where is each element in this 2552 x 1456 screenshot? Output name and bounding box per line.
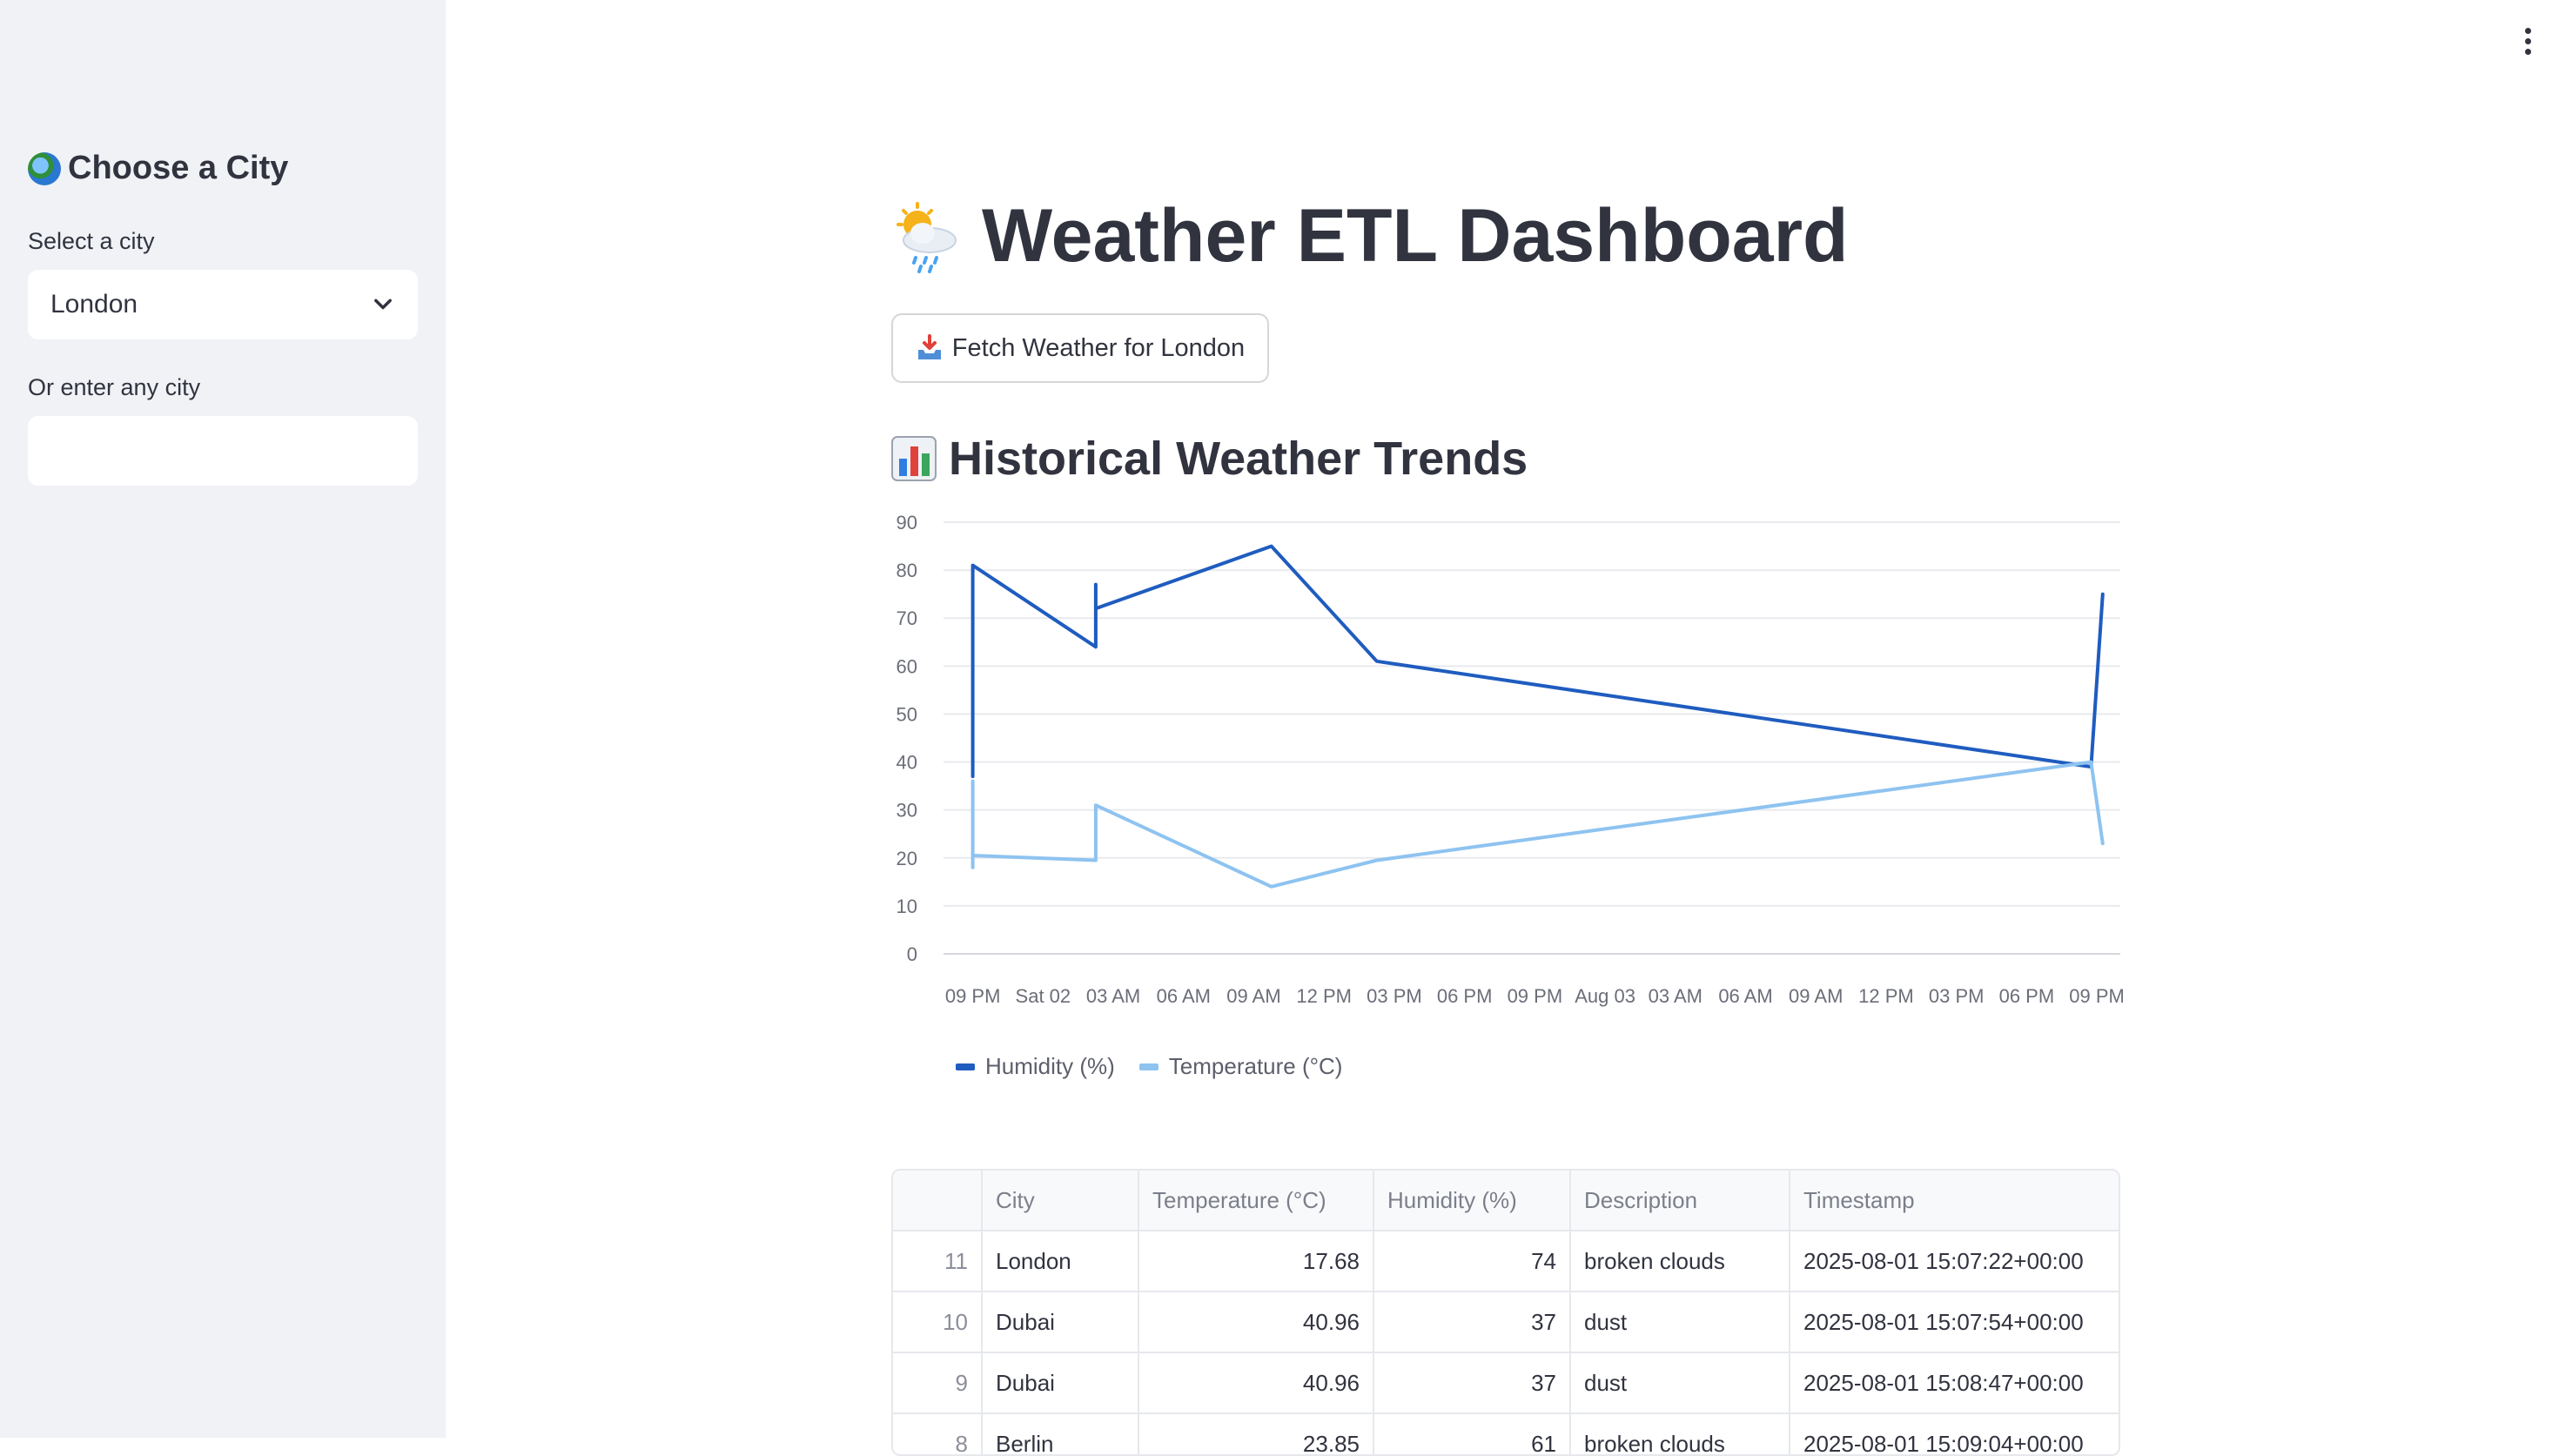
legend-label-humidity: Humidity (%) <box>985 1053 1115 1079</box>
y-tick-label: 20 <box>897 848 917 869</box>
row-index: 11 <box>893 1231 983 1292</box>
globe-icon <box>28 151 61 185</box>
cell-temperature: 23.85 <box>1138 1413 1374 1454</box>
table-row[interactable]: 8 Berlin 23.85 61 broken clouds 2025-08-… <box>893 1413 2119 1454</box>
humidity-series-line <box>970 544 2105 779</box>
y-tick-label: 60 <box>897 655 917 677</box>
column-header-temperature[interactable]: Temperature (°C) <box>1138 1171 1374 1231</box>
city-select-value: London <box>50 290 138 319</box>
x-tick-label: Sat 02 <box>1016 985 1071 1007</box>
x-tick-label: 09 PM <box>1508 985 1563 1007</box>
y-tick-label: 0 <box>907 943 917 965</box>
x-tick-label: 03 PM <box>1929 985 1985 1007</box>
fetch-weather-button[interactable]: Fetch Weather for London <box>891 313 1269 383</box>
select-city-label: Select a city <box>28 228 155 254</box>
y-tick-label: 40 <box>897 752 917 774</box>
x-tick-label: Aug 03 <box>1575 985 1635 1007</box>
cell-description: dust <box>1570 1292 1790 1353</box>
x-tick-label: 06 AM <box>1157 985 1211 1007</box>
main-menu-icon[interactable] <box>2522 28 2533 57</box>
bar-chart-icon <box>891 436 937 481</box>
cell-timestamp: 2025-08-01 15:08:47+00:00 <box>1790 1352 2119 1414</box>
table-header-row: City Temperature (°C) Humidity (%) Descr… <box>893 1171 2119 1231</box>
sidebar-title-text: Choose a City <box>68 150 289 186</box>
y-tick-label: 90 <box>897 512 917 533</box>
legend-swatch-humidity <box>956 1063 975 1070</box>
x-tick-label: 03 PM <box>1367 985 1422 1007</box>
cell-city: London <box>982 1231 1139 1292</box>
enter-city-label: Or enter any city <box>28 374 201 400</box>
x-tick-label: 12 PM <box>1296 985 1352 1007</box>
x-tick-label: 06 AM <box>1718 985 1772 1007</box>
cell-timestamp: 2025-08-01 15:09:04+00:00 <box>1790 1413 2119 1454</box>
weather-data-table[interactable]: City Temperature (°C) Humidity (%) Descr… <box>891 1169 2120 1456</box>
table-row[interactable]: 10 Dubai 40.96 37 dust 2025-08-01 15:07:… <box>893 1292 2119 1353</box>
x-tick-label: 06 PM <box>1437 985 1493 1007</box>
cell-city: Dubai <box>982 1352 1139 1414</box>
x-tick-label: 09 AM <box>1226 985 1280 1007</box>
weather-trends-chart: 0 10 20 30 40 50 60 70 80 90 09 PM Sat 02 03 AM 06 AM… <box>897 512 2125 1007</box>
cell-humidity: 37 <box>1373 1292 1571 1353</box>
cell-city: Berlin <box>982 1413 1139 1454</box>
column-header-index[interactable] <box>893 1171 983 1231</box>
cell-temperature: 17.68 <box>1138 1231 1374 1292</box>
legend-swatch-temperature <box>1138 1063 1158 1070</box>
cell-humidity: 74 <box>1373 1231 1571 1292</box>
table-row[interactable]: 9 Dubai 40.96 37 dust 2025-08-01 15:08:4… <box>893 1352 2119 1414</box>
city-text-input[interactable] <box>28 416 418 486</box>
cell-humidity: 37 <box>1373 1352 1571 1414</box>
x-tick-label: 03 AM <box>1086 985 1140 1007</box>
x-tick-label: 12 PM <box>1858 985 1914 1007</box>
column-header-city[interactable]: City <box>982 1171 1139 1231</box>
cell-temperature: 40.96 <box>1138 1352 1374 1414</box>
x-tick-label: 09 PM <box>945 985 1001 1007</box>
x-tick-label: 03 AM <box>1649 985 1702 1007</box>
column-header-humidity[interactable]: Humidity (%) <box>1373 1171 1571 1231</box>
x-tick-label: 06 PM <box>1999 985 2055 1007</box>
table-row[interactable]: 11 London 17.68 74 broken clouds 2025-08… <box>893 1231 2119 1292</box>
cell-humidity: 61 <box>1373 1413 1571 1454</box>
section-title: Historical Weather Trends <box>891 432 1528 486</box>
section-title-text: Historical Weather Trends <box>949 433 1528 485</box>
chevron-down-icon <box>374 299 392 310</box>
y-tick-label: 10 <box>897 896 917 917</box>
fetch-weather-label: Fetch Weather for London <box>951 333 1246 362</box>
x-tick-label: 09 PM <box>2069 985 2125 1007</box>
cell-city: Dubai <box>982 1292 1139 1353</box>
page-title: Weather ETL Dashboard <box>891 193 1849 279</box>
temperature-series-line <box>970 760 2105 889</box>
row-index: 9 <box>893 1352 983 1414</box>
cell-timestamp: 2025-08-01 15:07:54+00:00 <box>1790 1292 2119 1353</box>
cell-timestamp: 2025-08-01 15:07:22+00:00 <box>1790 1231 2119 1292</box>
legend-item-temperature[interactable]: Temperature (°C) <box>1138 1053 1343 1080</box>
cell-description: broken clouds <box>1570 1413 1790 1454</box>
sidebar: Choose a City Select a city London Or en… <box>0 0 446 1438</box>
y-tick-label: 50 <box>897 703 917 725</box>
cell-temperature: 40.96 <box>1138 1292 1374 1353</box>
column-header-timestamp[interactable]: Timestamp <box>1790 1171 2119 1231</box>
row-index: 8 <box>893 1413 983 1454</box>
row-index: 10 <box>893 1292 983 1353</box>
inbox-tray-icon <box>917 334 941 359</box>
sidebar-title: Choose a City <box>28 150 288 187</box>
column-header-description[interactable]: Description <box>1570 1171 1790 1231</box>
y-tick-label: 80 <box>897 560 917 581</box>
y-tick-label: 30 <box>897 800 917 822</box>
cell-description: broken clouds <box>1570 1231 1790 1292</box>
cell-description: dust <box>1570 1352 1790 1414</box>
y-tick-label: 70 <box>897 607 917 629</box>
x-tick-label: 09 AM <box>1789 985 1843 1007</box>
chart-legend: Humidity (%) Temperature (°C) <box>956 1053 1342 1080</box>
legend-item-humidity[interactable]: Humidity (%) <box>956 1053 1115 1080</box>
city-select[interactable]: London <box>28 270 418 339</box>
legend-label-temperature: Temperature (°C) <box>1168 1053 1343 1079</box>
sun-behind-rain-cloud-icon <box>897 201 957 273</box>
page-title-text: Weather ETL Dashboard <box>982 194 1849 278</box>
